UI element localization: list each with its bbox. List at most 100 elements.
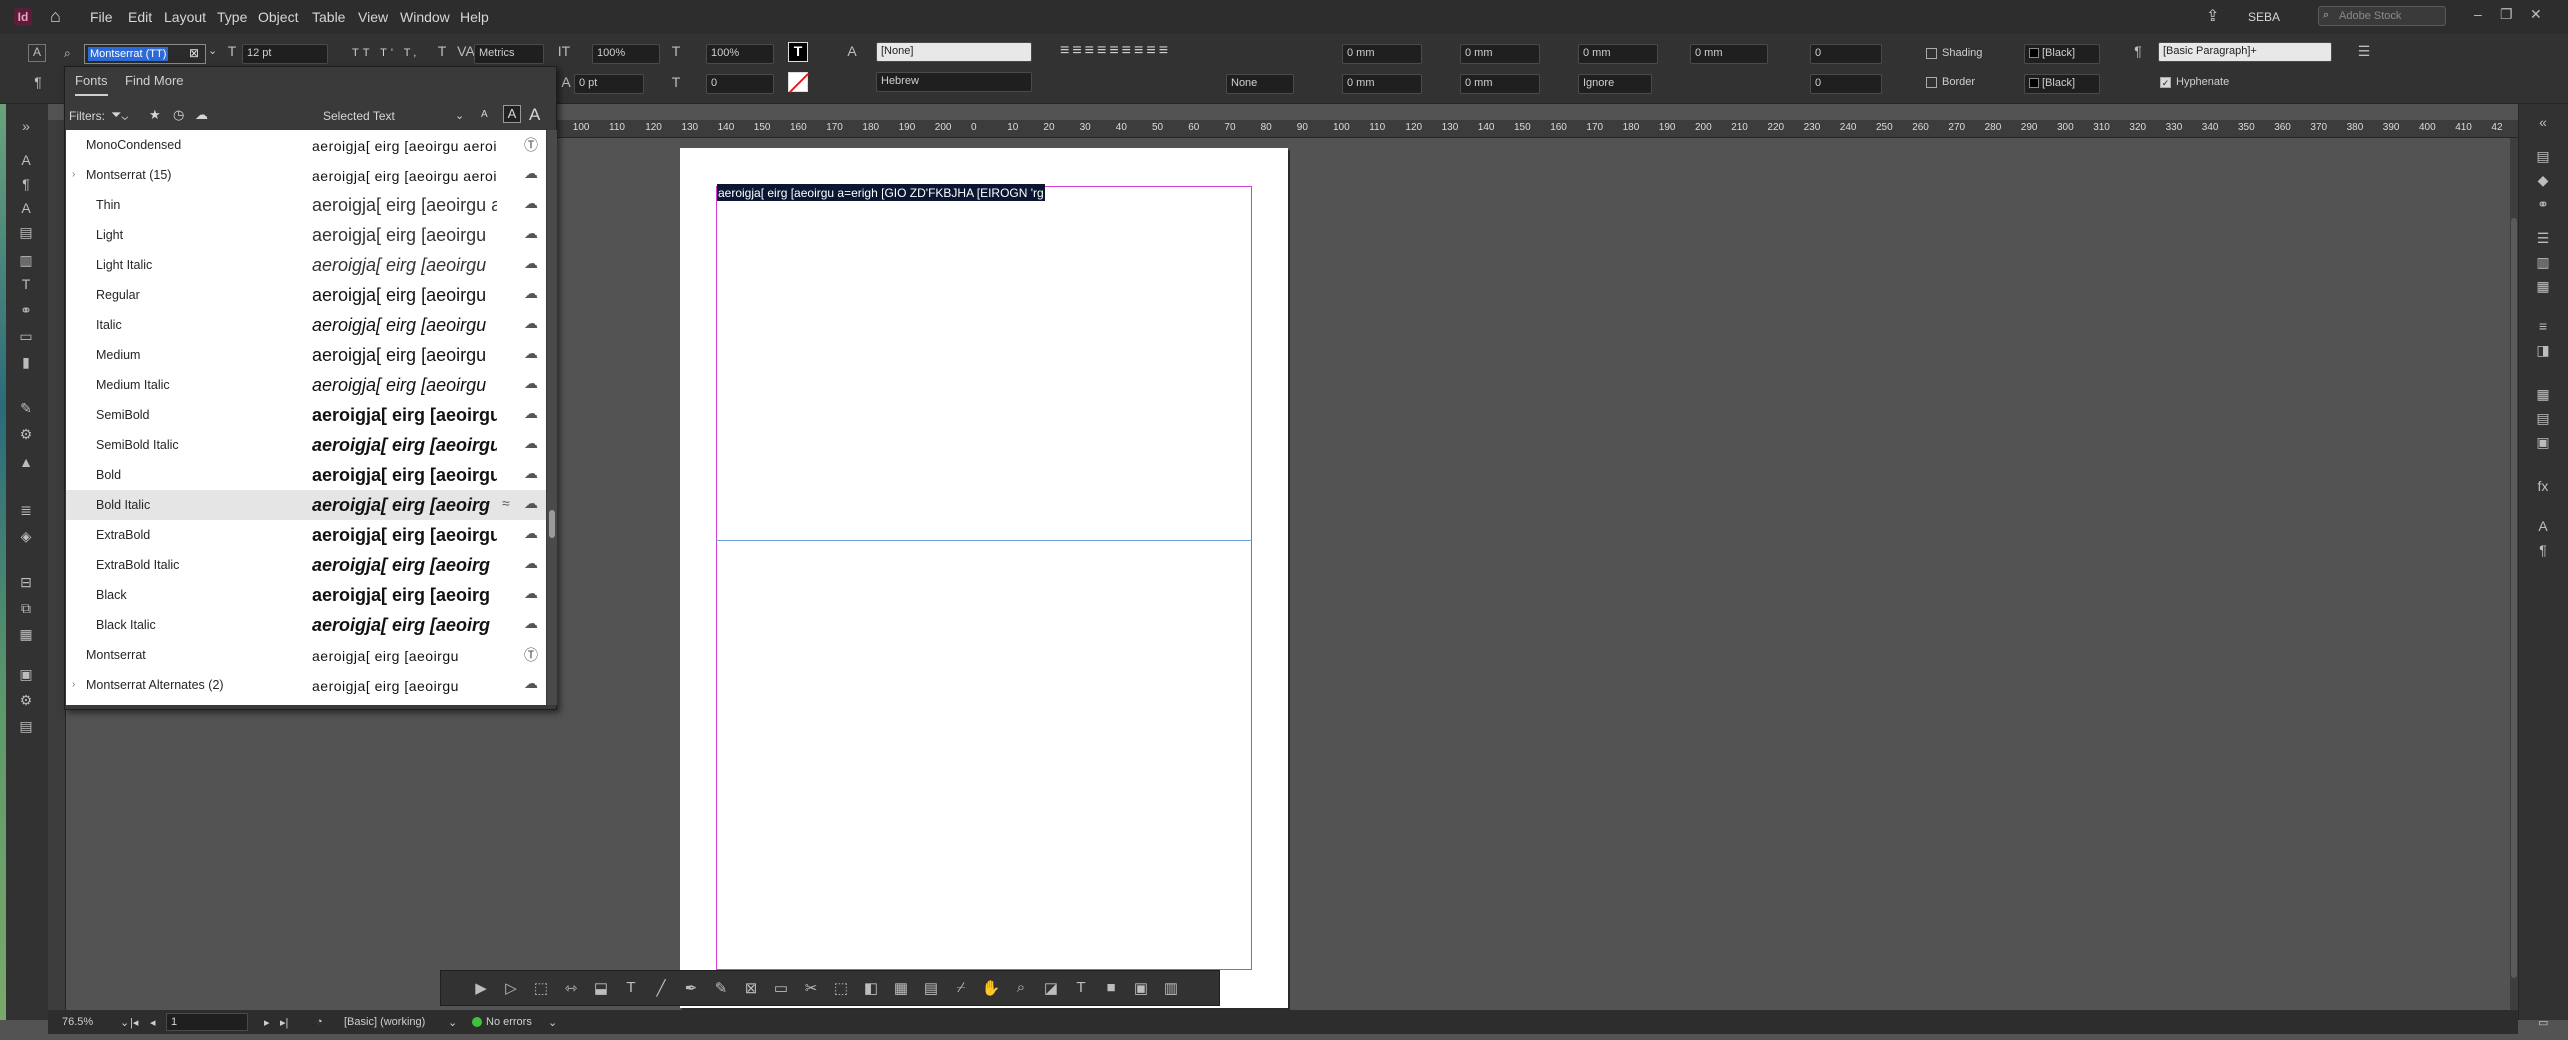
transform-icon[interactable]: ⧉ — [16, 600, 36, 617]
tab-fonts[interactable]: Fonts — [75, 73, 108, 96]
font-list-item[interactable]: Black aeroigja[ eirg [aeoirg ☁ — [66, 580, 546, 610]
character-mode-icon[interactable]: A — [28, 44, 46, 62]
table-styles-panel-icon[interactable]: ▣ — [2533, 434, 2553, 451]
direct-selection-tool-icon[interactable]: ▷ — [501, 979, 521, 997]
gradient-feather-tool-icon[interactable]: ▦ — [891, 979, 911, 997]
vertical-scrollbar[interactable] — [2510, 138, 2518, 1020]
preview-source-select[interactable]: Selected Text — [323, 109, 395, 123]
home-icon[interactable]: ⌂ — [50, 6, 61, 27]
hand-tool-icon[interactable]: ✋ — [981, 979, 1001, 997]
font-family-value[interactable]: Montserrat (TT) — [88, 47, 169, 61]
preflight-doc-icon[interactable]: ◔ — [316, 1016, 323, 1028]
selection-tool-icon[interactable]: ▶ — [471, 979, 491, 997]
font-list-item[interactable]: › Montserrat (15) aeroigja[ eirg [aeoirgu … — [66, 160, 546, 190]
page-tool-icon[interactable]: ⬚ — [531, 979, 551, 997]
first-indent-field[interactable]: 0 mm — [1342, 74, 1422, 94]
dropdown-arrow-icon[interactable]: ⌄ — [455, 109, 464, 122]
language-field[interactable]: Hebrew — [876, 72, 1032, 92]
note-tool-icon[interactable]: ▤ — [921, 979, 941, 997]
fx-icon[interactable]: fx — [2533, 478, 2553, 494]
layers-panel-icon[interactable]: ◆ — [2533, 172, 2553, 189]
font-list-item[interactable]: MonoCondensed aeroigja[ eirg [aeoirgu aer… — [66, 130, 546, 160]
gradient-swatch-tool-icon[interactable]: ◧ — [861, 979, 881, 997]
type-tool-icon[interactable]: T — [621, 979, 641, 996]
stroke-panel-icon[interactable]: ≡ — [2533, 318, 2553, 334]
paragraph-mode-icon[interactable]: ¶ — [28, 74, 48, 90]
font-size-field[interactable]: 12 pt — [242, 44, 328, 64]
text-fill-swatch[interactable]: T — [788, 42, 808, 62]
collapse-icon[interactable]: « — [2533, 114, 2553, 130]
user-menu[interactable]: SEBA — [2248, 10, 2280, 24]
document-mode[interactable]: [Basic] (working) — [344, 1016, 425, 1028]
font-search-icon[interactable]: ⌕ — [64, 46, 71, 61]
font-list-item[interactable]: Light Italic aeroigja[ eirg [aeoirgu ☁ — [66, 250, 546, 280]
links-icon[interactable]: ⚭ — [16, 302, 36, 319]
cell-styles-panel-icon[interactable]: ▤ — [2533, 410, 2553, 427]
screen-mode-icon[interactable]: ▥ — [1161, 979, 1181, 997]
layers-icon[interactable]: ▦ — [16, 626, 36, 643]
menu-layout[interactable]: Layout — [164, 9, 206, 25]
apply-color-icon[interactable]: ■ — [1101, 979, 1121, 996]
font-list-item[interactable]: Thin aeroigja[ eirg [aeoirgu aeroigja[☁ — [66, 190, 546, 220]
menu-edit[interactable]: Edit — [128, 9, 152, 25]
menu-object[interactable]: Object — [258, 9, 298, 25]
object-styles-icon[interactable]: ▤ — [16, 718, 36, 735]
favorites-star-icon[interactable]: ★ — [149, 107, 161, 123]
minimize-icon[interactable]: – — [2474, 6, 2482, 22]
menu-table[interactable]: Table — [312, 9, 345, 25]
color-icon[interactable]: ✎ — [16, 400, 36, 417]
type-tool-icon[interactable]: T — [16, 276, 36, 292]
menu-help[interactable]: Help — [460, 9, 489, 25]
font-list-item[interactable]: Bold Italic aeroigja[ eirg [aeoirg ≈ ☁ — [66, 490, 546, 520]
share-icon[interactable]: ⇪ — [2206, 6, 2219, 26]
font-list-item[interactable]: SemiBold aeroigja[ eirg [aeoirgu ☁ — [66, 400, 546, 430]
table-panel-icon[interactable]: ▦ — [2533, 386, 2553, 403]
last-indent-field[interactable]: 0 mm — [1460, 74, 1540, 94]
preflight-errors[interactable]: No errors — [486, 1016, 532, 1028]
expand-twisty-icon[interactable]: › — [72, 679, 75, 690]
table-icon[interactable]: ▣ — [16, 666, 36, 683]
pen-tool-icon[interactable]: ✒ — [681, 979, 701, 997]
left-indent-field[interactable]: 0 mm — [1342, 44, 1422, 64]
formatting-text-icon[interactable]: T — [1071, 979, 1091, 996]
next-page-icon[interactable]: ▸ — [264, 1016, 270, 1029]
selected-text-frame[interactable]: aeroigja[ eirg [aeoirgu a=erigh [GIO ZD'… — [717, 184, 1045, 201]
shading-checkbox[interactable] — [1926, 48, 1937, 59]
stroke-none-swatch[interactable] — [788, 72, 809, 93]
font-list-scrollbar[interactable] — [547, 130, 557, 705]
color-panel-icon[interactable]: ◨ — [2533, 342, 2553, 359]
zoom-level[interactable]: 76.5% — [62, 1016, 93, 1028]
chevrons-icon[interactable]: » — [16, 118, 36, 134]
recent-clock-icon[interactable]: ◷ — [173, 107, 184, 123]
char-panel-icon[interactable]: A — [2533, 518, 2553, 534]
kashida-field[interactable]: None — [1226, 74, 1294, 94]
underline-icon[interactable]: T — [432, 43, 452, 59]
drop-cap-lines-field[interactable]: 0 — [1810, 44, 1882, 64]
hyphenate-checkbox[interactable]: ✓ — [2160, 77, 2171, 88]
page-number-field[interactable]: 1 — [166, 1013, 248, 1031]
effects-icon[interactable]: ◈ — [16, 528, 36, 545]
font-dropdown-arrow-icon[interactable]: ⌄ — [208, 44, 217, 57]
pages-icon[interactable]: ▭ — [16, 328, 36, 345]
para-panel-icon[interactable]: ¶ — [2533, 542, 2553, 558]
paragraph-style-field[interactable]: [Basic Paragraph]+ — [2158, 42, 2332, 62]
rectangle-frame-tool-icon[interactable]: ⊠ — [741, 979, 761, 997]
restore-icon[interactable]: ❐ — [2500, 6, 2513, 23]
shading-color-field[interactable]: [Black] — [2024, 44, 2100, 64]
menu-view[interactable]: View — [358, 9, 388, 25]
swatches-icon[interactable]: ⚙ — [16, 426, 36, 443]
scroll-right-icon[interactable]: ▭ — [2538, 1016, 2548, 1029]
filter-classification-icon[interactable]: ⏷⌄ — [111, 107, 128, 123]
menu-type[interactable]: Type — [217, 9, 247, 25]
prev-page-icon[interactable]: ◂ — [150, 1016, 156, 1029]
rectangle-tool-icon[interactable]: ▭ — [771, 979, 791, 997]
swatches-panel-icon[interactable]: ▦ — [2533, 278, 2553, 295]
links-panel-icon[interactable]: ⚭ — [2533, 196, 2553, 213]
right-indent-field[interactable]: 0 mm — [1460, 44, 1540, 64]
border-color-field[interactable]: [Black] — [2024, 74, 2100, 94]
font-family-field[interactable]: Montserrat (TT) ⊠ — [84, 44, 206, 64]
clear-icon[interactable]: ⊠ — [189, 46, 199, 60]
cell-styles-icon[interactable]: ⚙ — [16, 692, 36, 709]
font-list-item[interactable]: Medium Italic aeroigja[ eirg [aeoirgu ☁ — [66, 370, 546, 400]
font-list-item[interactable]: Medium aeroigja[ eirg [aeoirgu ☁ — [66, 340, 546, 370]
